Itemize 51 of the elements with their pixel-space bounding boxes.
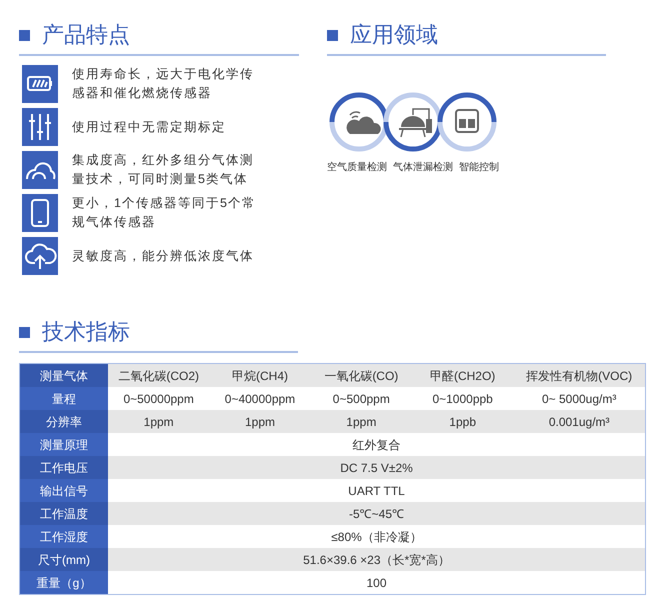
- table-cell-text: -5℃~45℃: [348, 506, 406, 522]
- table-cell-text: 1ppm: [142, 414, 175, 430]
- table-cell-text: 0~ 5000ug/m³: [540, 390, 618, 408]
- table-cell-text: 51.6×39.6 ×23（长*宽*高）: [302, 552, 451, 568]
- table-cell-text: DC 7.5 V±2%: [339, 460, 414, 476]
- cloud-icon: [22, 151, 58, 189]
- row-label: 测量气体: [20, 364, 108, 387]
- feature-text: 集成度高，红外多组分气体测量技术，可同时测量5类气体: [72, 152, 255, 188]
- row-label: 分辨率: [20, 410, 108, 433]
- row-label: 测量原理: [20, 433, 108, 456]
- table-cell-text: 1ppb: [448, 414, 477, 430]
- row-label: 输出信号: [20, 479, 108, 502]
- row-label: 尺寸(mm): [20, 548, 108, 571]
- feature-text: 灵敏度高，能分辨低浓度气体: [72, 248, 255, 264]
- row-label: 工作电压: [20, 456, 108, 479]
- feature-text: 更小，1个传感器等同于5个常规气体传感器: [72, 195, 257, 231]
- table-cell-text: 甲烷(CH4): [230, 368, 289, 384]
- application-label: 智能控制: [459, 162, 499, 174]
- section-title: 应用领域: [350, 21, 438, 49]
- table-cell-text: 1ppm: [244, 414, 276, 430]
- heading-marker: [19, 326, 30, 338]
- table-cell-text: 0.001ug/m³: [548, 414, 611, 430]
- section-title: 产品特点: [42, 21, 130, 49]
- sliders-icon: [22, 108, 58, 146]
- table-cell-text: ≤80%（非冷凝）: [330, 528, 423, 546]
- application-label: 空气质量检测: [327, 162, 387, 174]
- table-cell-text: 0~1000ppb: [431, 390, 494, 408]
- row-label: 量程: [20, 387, 108, 410]
- feature-text: 使用寿命长，远大于电化学传感器和催化燃烧传感器: [72, 66, 255, 102]
- section-title: 技术指标: [42, 318, 130, 346]
- table-cell-text: 0~50000ppm: [122, 390, 195, 408]
- row-label: 工作温度: [20, 502, 108, 525]
- battery-icon: [22, 65, 58, 103]
- table-cell-text: 二氧化碳(CO2): [117, 368, 200, 384]
- table-cell-text: 甲醛(CH2O): [428, 368, 496, 384]
- table-cell-text: 1ppm: [345, 414, 378, 430]
- table-cell-text: UART TTL: [347, 482, 406, 500]
- table-cell-text: 挥发性有机物(VOC): [525, 368, 634, 384]
- table-cell-text: 100: [365, 574, 388, 592]
- heading-marker: [327, 30, 338, 40]
- table-cell-text: 0~500ppm: [332, 390, 391, 408]
- application-label: 气体泄漏检测: [393, 162, 453, 174]
- row-label: 重量（g）: [20, 571, 108, 594]
- heading-marker: [19, 30, 30, 40]
- table-cell-text: 一氧化碳(CO): [323, 368, 400, 384]
- table-cell-text: 0~40000ppm: [224, 390, 296, 408]
- row-label: 工作湿度: [20, 525, 108, 548]
- feature-text: 使用过程中无需定期标定: [72, 118, 227, 136]
- cloud-upload-icon: [22, 237, 58, 275]
- table-cell-text: 红外复合: [352, 436, 402, 454]
- tablet-icon: [22, 194, 58, 232]
